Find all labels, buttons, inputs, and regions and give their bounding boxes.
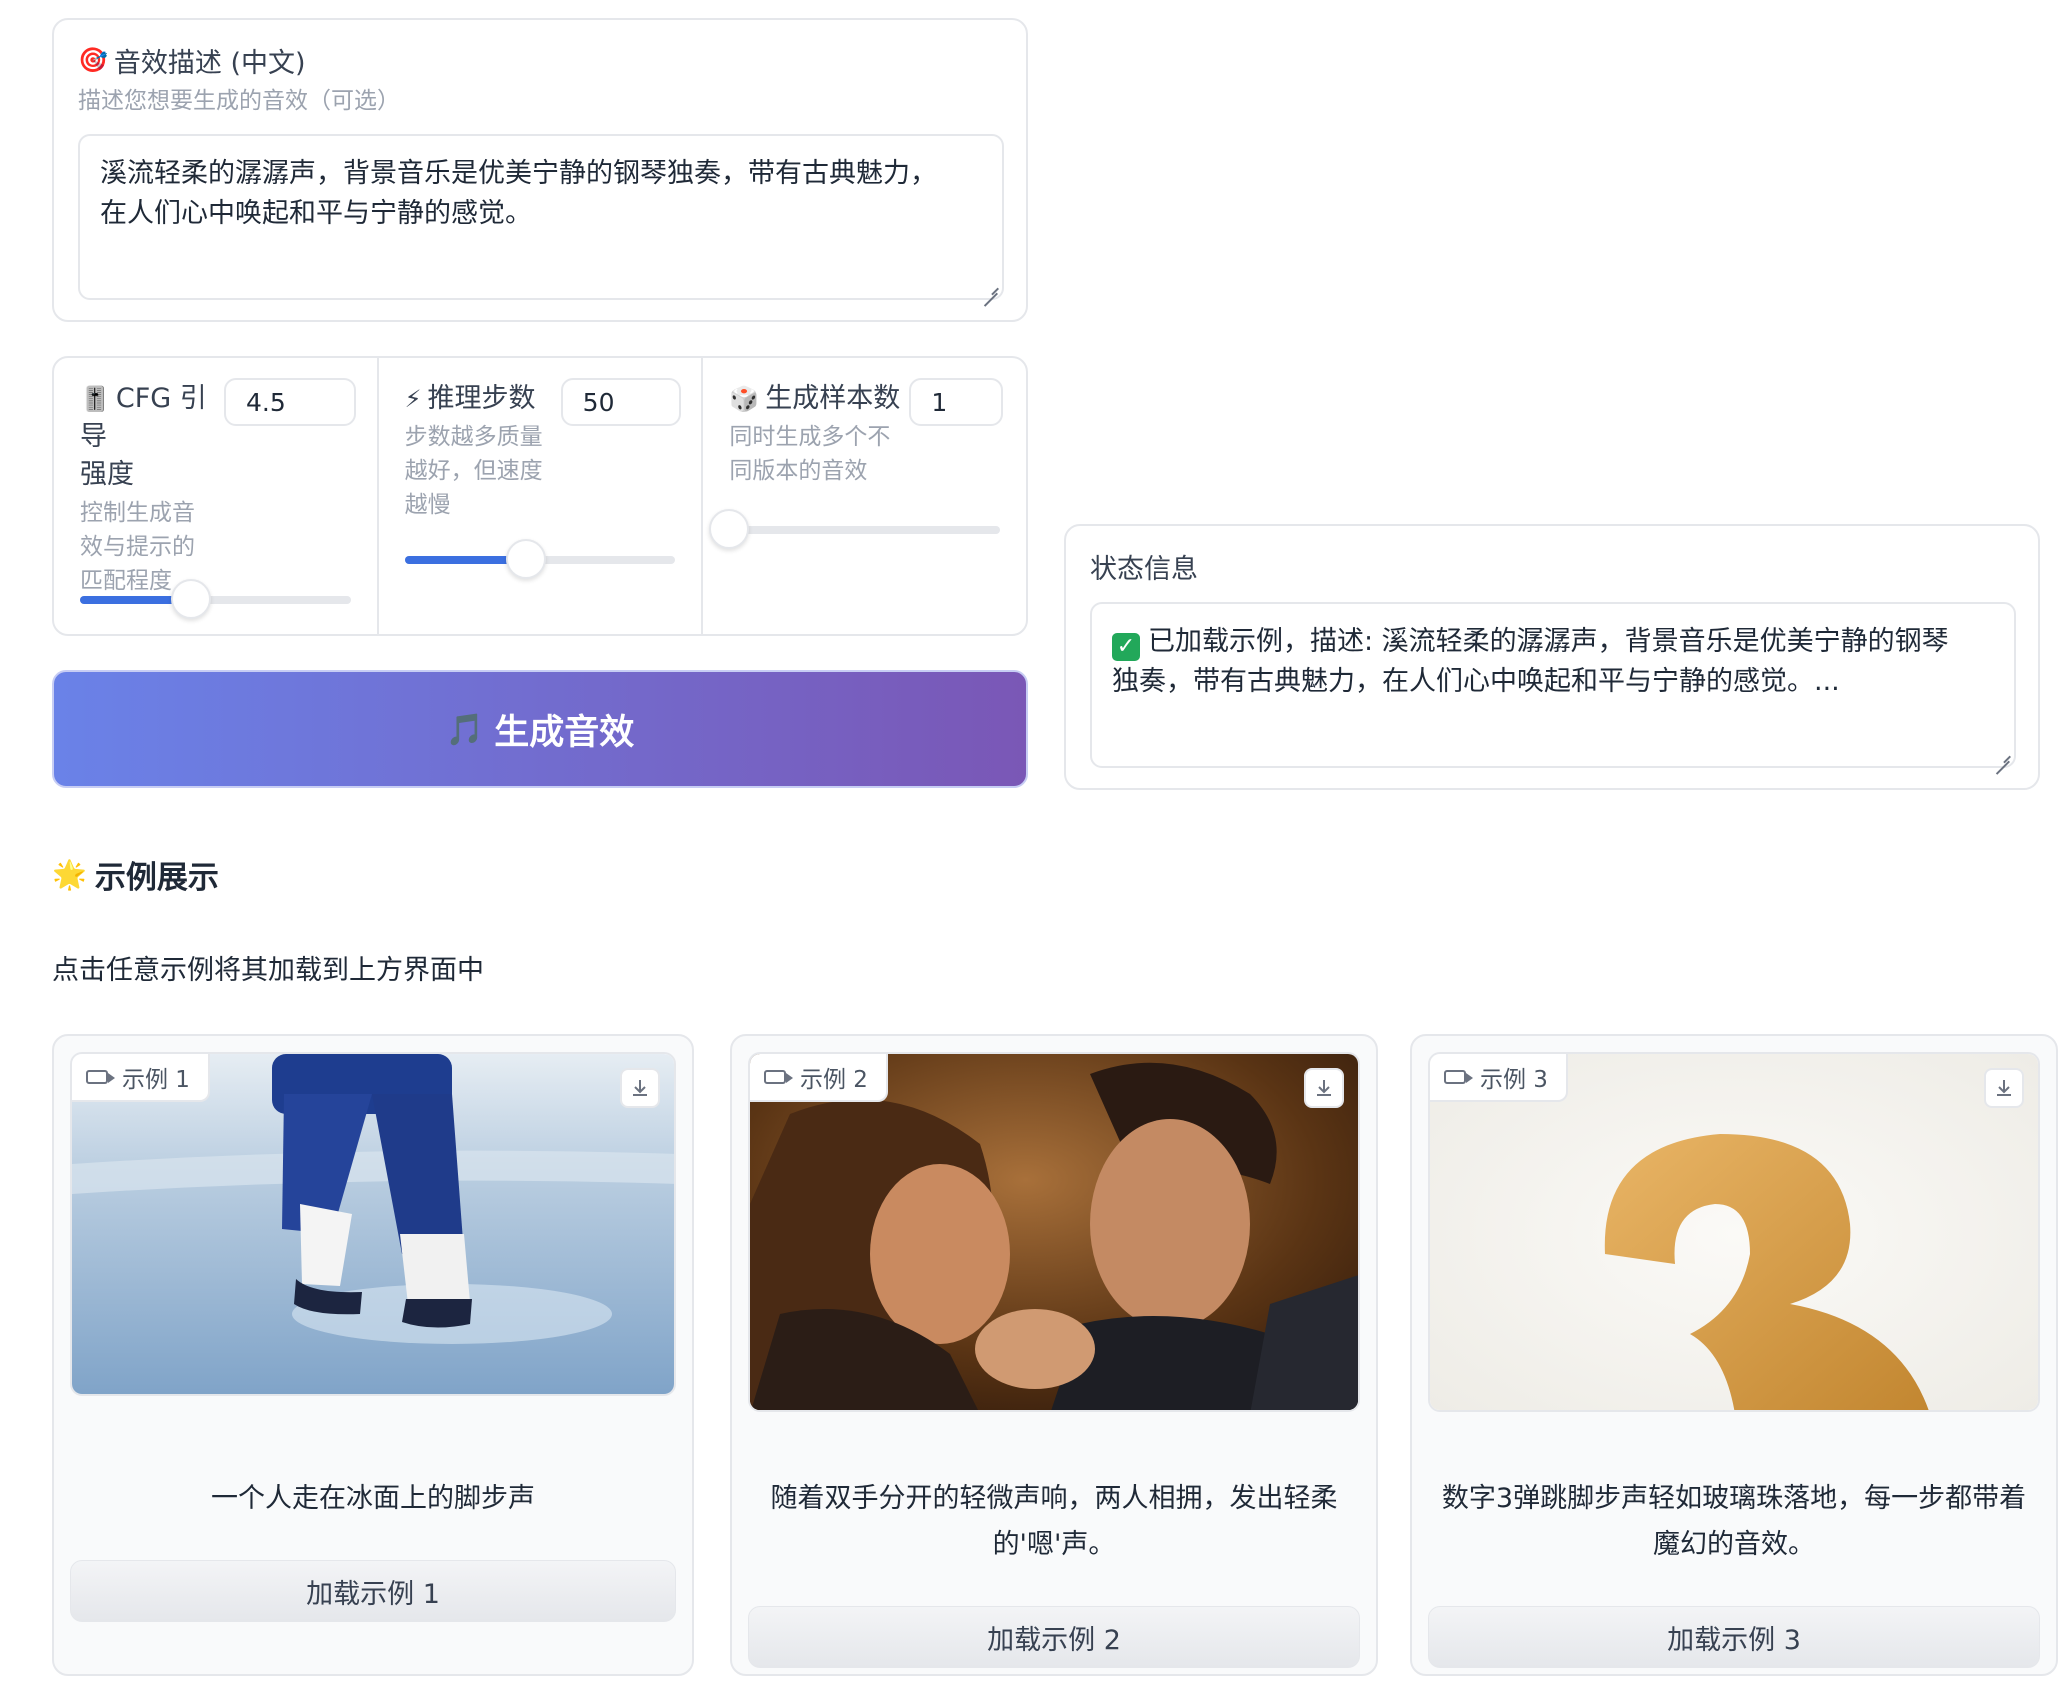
- generate-button-label: 生成音效: [494, 712, 635, 753]
- couple-thumbnail: [750, 1054, 1358, 1410]
- video-camera-icon: [764, 1070, 793, 1084]
- steps-label: ⚡ 推理步数: [404, 383, 536, 414]
- steps-slider[interactable]: [404, 539, 676, 579]
- description-text-line: 在人们心中唤起和平与宁静的感觉。: [100, 198, 532, 229]
- resize-handle-icon[interactable]: [982, 278, 998, 294]
- video-tag: 示例 2: [750, 1054, 888, 1102]
- load-example-1-button[interactable]: 加载示例 1: [70, 1560, 676, 1622]
- download-button[interactable]: [620, 1068, 660, 1108]
- cfg-slider[interactable]: [80, 579, 351, 619]
- ice-walk-thumbnail: [72, 1054, 674, 1394]
- resize-handle-icon[interactable]: [1994, 746, 2010, 762]
- status-label: 状态信息: [1090, 553, 1198, 585]
- example-video-3[interactable]: 示例 3: [1428, 1052, 2040, 1412]
- status-text-line: ✓ 已加载示例，描述: 溪流轻柔的潺潺声，背景音乐是优美宁静的钢琴: [1112, 622, 1994, 662]
- cfg-slider-thumb[interactable]: [170, 579, 211, 619]
- description-panel: 🎯 音效描述 (中文) 描述您想要生成的音效（可选） 溪流轻柔的潺潺声，背景音乐…: [52, 18, 1028, 322]
- download-icon: [1997, 1080, 2011, 1096]
- status-text-line: 独奏，带有古典魅力，在人们心中唤起和平与宁静的感觉。...: [1112, 666, 1840, 697]
- music-note-icon: 🎵: [445, 711, 485, 748]
- download-icon: [633, 1080, 647, 1096]
- cfg-label: 🎚️ CFG 引导 强度: [80, 383, 207, 490]
- download-button[interactable]: [1304, 1068, 1344, 1108]
- steps-param: ⚡ 推理步数 步数越多质量 越好，但速度 越慢 50: [379, 358, 704, 634]
- status-panel: 状态信息 ✓ 已加载示例，描述: 溪流轻柔的潺潺声，背景音乐是优美宁静的钢琴 独奏…: [1064, 524, 2040, 790]
- samples-slider-thumb[interactable]: [709, 509, 750, 549]
- target-icon: 🎯: [78, 46, 108, 74]
- cfg-param: 🎚️ CFG 引导 强度 控制生成音 效与提示的 匹配程度 4.5: [54, 358, 379, 634]
- load-example-2-button[interactable]: 加载示例 2: [748, 1606, 1360, 1668]
- samples-label: 🎲 生成样本数: [729, 383, 901, 414]
- video-camera-icon: [1444, 1070, 1473, 1084]
- example-caption-2: 随着双手分开的轻微声响，两人相拥，发出轻柔 的'嗯'声。: [770, 1483, 1338, 1560]
- cfg-number-input[interactable]: 4.5: [224, 378, 356, 426]
- samples-info: 同时生成多个不 同版本的音效: [729, 424, 891, 484]
- example-card-1: 示例 1 一个人走在冰面上的脚步声 加载示例 1: [52, 1034, 694, 1676]
- video-camera-icon: [86, 1070, 115, 1084]
- description-text-line: 溪流轻柔的潺潺声，背景音乐是优美宁静的钢琴独奏，带有古典魅力，: [100, 158, 937, 189]
- description-textarea[interactable]: 溪流轻柔的潺潺声，背景音乐是优美宁静的钢琴独奏，带有古典魅力， 在人们心中唤起和…: [78, 134, 1004, 300]
- description-label: 音效描述 (中文): [113, 47, 306, 79]
- lightning-icon: ⚡: [404, 385, 422, 413]
- steps-number-input[interactable]: 50: [560, 378, 681, 426]
- check-mark-icon: ✓: [1112, 633, 1140, 661]
- description-label-row: 🎯 音效描述 (中文): [78, 40, 1002, 80]
- example-caption-3: 数字3弹跳脚步声轻如玻璃珠落地，每一步都带着 魔幻的音效。: [1441, 1483, 2027, 1560]
- star-icon: 🌟: [52, 858, 87, 891]
- download-icon: [1317, 1080, 1331, 1096]
- steps-info: 步数越多质量 越好，但速度 越慢: [404, 424, 543, 518]
- load-example-3-button[interactable]: 加载示例 3: [1428, 1606, 2040, 1668]
- steps-slider-thumb[interactable]: [506, 539, 547, 579]
- slider-knob-icon: 🎚️: [80, 385, 110, 413]
- download-button[interactable]: [1984, 1068, 2024, 1108]
- example-card-2: 示例 2 随着双手分开的轻微声响，两人相拥，发出轻柔 的'嗯'声。 加载示例 2: [730, 1034, 1378, 1676]
- example-caption-1: 一个人走在冰面上的脚步声: [211, 1483, 535, 1514]
- samples-param: 🎲 生成样本数 同时生成多个不 同版本的音效 1: [703, 358, 1026, 634]
- video-tag: 示例 3: [1430, 1054, 1568, 1102]
- examples-hint: 点击任意示例将其加载到上方界面中: [52, 955, 484, 986]
- description-info: 描述您想要生成的音效（可选）: [78, 88, 400, 114]
- example-video-2[interactable]: 示例 2: [748, 1052, 1360, 1412]
- samples-slider[interactable]: [709, 509, 1001, 549]
- params-panel: 🎚️ CFG 引导 强度 控制生成音 效与提示的 匹配程度 4.5 ⚡ 推理步数 步…: [52, 356, 1028, 636]
- video-tag: 示例 1: [72, 1054, 210, 1102]
- status-textarea[interactable]: ✓ 已加载示例，描述: 溪流轻柔的潺潺声，背景音乐是优美宁静的钢琴 独奏，带有古典…: [1090, 602, 2016, 768]
- generate-button[interactable]: 🎵 生成音效: [52, 670, 1028, 788]
- example-video-1[interactable]: 示例 1: [70, 1052, 676, 1396]
- example-card-3: 示例 3 数字3弹跳脚步声轻如玻璃珠落地，每一步都带着 魔幻的音效。 加载示例 …: [1410, 1034, 2058, 1676]
- number-three-thumbnail: [1430, 1054, 2038, 1410]
- samples-number-input[interactable]: 1: [909, 378, 1004, 426]
- examples-title: 🌟 示例展示: [52, 858, 219, 896]
- dice-icon: 🎲: [729, 385, 760, 413]
